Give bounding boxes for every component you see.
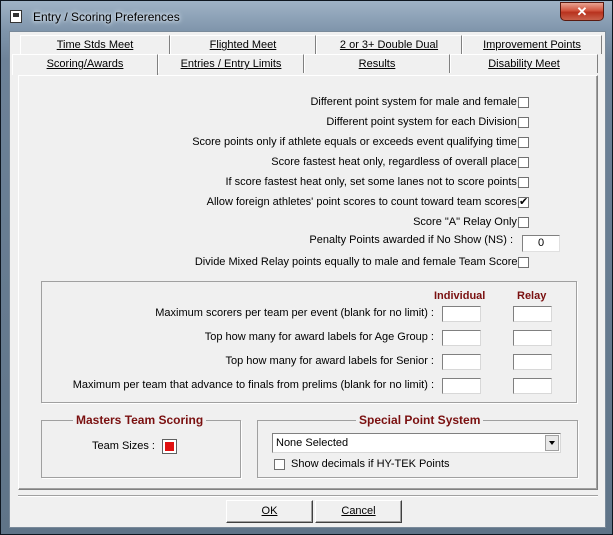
tab-entries-entry-limits[interactable]: Entries / Entry Limits: [158, 54, 304, 73]
option-checkbox-a-relay-only[interactable]: [518, 217, 529, 228]
limits-group: Individual Relay Maximum scorers per tea…: [41, 281, 577, 403]
option-label-foreign-athletes: Allow foreign athletes' point scores to …: [206, 196, 523, 208]
divide-mixed-label: Divide Mixed Relay points equally to mal…: [194, 256, 523, 268]
relay-column-header: Relay: [517, 290, 547, 302]
ok-button[interactable]: OK: [226, 500, 313, 523]
special-point-system-group: Special Point System None Selected Show …: [257, 413, 578, 478]
option-label-lanes-not-score: If score fastest heat only, set some lan…: [225, 176, 523, 188]
dialog-window: Entry / Scoring Preferences ✕ Time Stds …: [0, 0, 613, 535]
footer-divider: [18, 495, 598, 497]
option-label-a-relay-only: Score "A" Relay Only :: [413, 216, 523, 228]
team-sizes-label: Team Sizes :: [92, 440, 155, 452]
max-advance-individual-input[interactable]: [442, 378, 481, 394]
tab-label: Flighted Meet: [209, 39, 277, 51]
cancel-button[interactable]: Cancel: [315, 500, 402, 523]
dialog-client-area: Time Stds Meet Flighted Meet 2 or 3+ Dou…: [9, 31, 606, 528]
option-checkbox-foreign-athletes[interactable]: [518, 195, 529, 208]
dropdown-selected-value: None Selected: [276, 437, 349, 449]
show-decimals-label: Show decimals if HY-TEK Points: [291, 458, 450, 470]
special-point-system-title: Special Point System: [356, 413, 484, 427]
individual-column-header: Individual: [434, 290, 486, 302]
option-checkbox-lanes-not-score[interactable]: [518, 177, 529, 188]
chevron-down-icon[interactable]: [545, 435, 559, 451]
tab-results[interactable]: Results: [304, 54, 450, 73]
penalty-points-input[interactable]: 0: [522, 235, 560, 252]
option-checkbox-qualifying-time[interactable]: [518, 137, 529, 148]
option-checkbox-fastest-heat[interactable]: [518, 157, 529, 168]
tab-time-stds-meet[interactable]: Time Stds Meet: [20, 35, 170, 54]
masters-team-scoring-group: Masters Team Scoring Team Sizes :: [41, 413, 241, 478]
ok-button-label: OK: [261, 505, 278, 517]
tab-label: Results: [358, 58, 396, 70]
tab-scoring-awards[interactable]: Scoring/Awards: [12, 54, 158, 75]
option-label-male-female: Different point system for male and fema…: [310, 96, 523, 108]
divide-mixed-checkbox[interactable]: [518, 257, 529, 268]
option-label-each-division: Different point system for each Division…: [326, 116, 523, 128]
tab-label: Improvement Points: [483, 39, 581, 51]
penalty-points-label: Penalty Points awarded if No Show (NS) :: [309, 234, 513, 246]
max-advance-label: Maximum per team that advance to finals …: [72, 379, 434, 391]
award-senior-label: Top how many for award labels for Senior…: [225, 355, 435, 367]
max-scorers-individual-input[interactable]: [442, 306, 481, 322]
max-scorers-label: Maximum scorers per team per event (blan…: [155, 307, 434, 319]
award-senior-relay-input[interactable]: [513, 354, 552, 370]
cancel-button-label: Cancel: [341, 505, 376, 517]
tab-double-dual[interactable]: 2 or 3+ Double Dual: [316, 35, 462, 54]
max-scorers-relay-input[interactable]: [513, 306, 552, 322]
option-checkbox-each-division[interactable]: [518, 117, 529, 128]
tab-flighted-meet[interactable]: Flighted Meet: [170, 35, 316, 54]
special-point-system-dropdown[interactable]: None Selected: [272, 433, 561, 453]
award-senior-individual-input[interactable]: [442, 354, 481, 370]
window-title: Entry / Scoring Preferences: [33, 10, 180, 24]
award-age-group-label: Top how many for award labels for Age Gr…: [204, 331, 434, 343]
title-bar[interactable]: Entry / Scoring Preferences ✕: [1, 1, 612, 33]
tab-label: Time Stds Meet: [56, 39, 134, 51]
option-label-fastest-heat: Score fastest heat only, regardless of o…: [271, 156, 523, 168]
option-label-qualifying-time: Score points only if athlete equals or e…: [192, 136, 523, 148]
tab-disability-meet[interactable]: Disability Meet: [450, 54, 598, 73]
award-age-group-individual-input[interactable]: [442, 330, 481, 346]
scoring-awards-panel: Different point system for male and fema…: [18, 75, 598, 490]
tab-improvement-points[interactable]: Improvement Points: [462, 35, 602, 54]
tab-label: 2 or 3+ Double Dual: [339, 39, 439, 51]
close-button[interactable]: ✕: [560, 2, 604, 21]
show-decimals-checkbox[interactable]: [274, 459, 285, 470]
award-age-group-relay-input[interactable]: [513, 330, 552, 346]
tab-label: Entries / Entry Limits: [180, 58, 282, 70]
team-sizes-button[interactable]: [162, 439, 177, 454]
tab-label: Scoring/Awards: [46, 58, 124, 70]
tab-label: Disability Meet: [488, 58, 560, 70]
app-icon: [10, 10, 22, 23]
option-checkbox-male-female[interactable]: [518, 97, 529, 108]
max-advance-relay-input[interactable]: [513, 378, 552, 394]
masters-team-scoring-title: Masters Team Scoring: [73, 413, 207, 427]
